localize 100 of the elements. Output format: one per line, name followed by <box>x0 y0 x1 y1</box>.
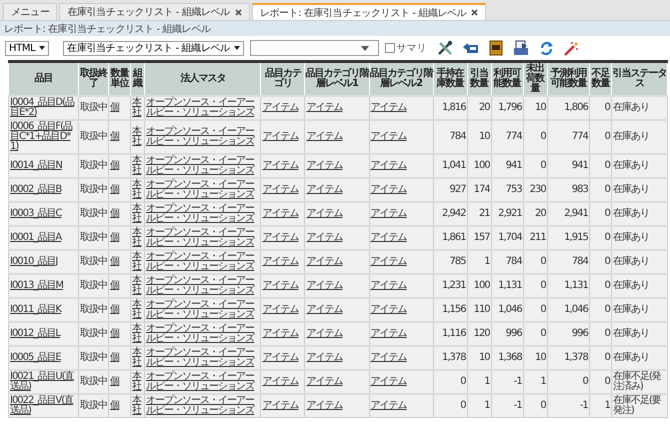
table-link[interactable]: アイテム <box>260 96 305 120</box>
refresh-icon[interactable] <box>538 40 554 56</box>
format-dropdown[interactable]: HTML <box>5 40 50 56</box>
table-link[interactable]: アイテム <box>260 394 305 418</box>
table-link[interactable]: アイテム <box>260 178 305 202</box>
table-cell: 1,156 <box>433 298 468 322</box>
summary-label: サマリ <box>396 42 427 55</box>
table-link[interactable]: 個 <box>108 394 131 418</box>
table-link[interactable]: アイテム <box>260 250 305 274</box>
close-icon[interactable] <box>471 9 478 16</box>
table-link[interactable]: アイテム <box>260 120 305 154</box>
tab[interactable]: 在庫引当チェックリスト - 組織レベル <box>59 3 250 20</box>
table-link[interactable]: 個 <box>108 96 131 120</box>
table-link[interactable]: アイテム <box>304 226 369 250</box>
table-link[interactable]: I0006_品目F(品目C*1+品目D*1) <box>8 120 79 154</box>
table-link[interactable]: I0005_品目E <box>8 346 79 370</box>
table-link[interactable]: アイテム <box>369 120 434 154</box>
table-link[interactable]: アイテム <box>304 154 369 178</box>
table-link[interactable]: オープンソース・イーアールピー・ソリューションズ <box>144 226 261 250</box>
report-dropdown[interactable]: 在庫引当チェックリスト - 組織レベル <box>63 40 244 56</box>
table-link[interactable]: アイテム <box>304 346 369 370</box>
table-link[interactable]: I0014_品目N <box>8 154 79 178</box>
table-link[interactable]: 個 <box>108 370 131 394</box>
table-link[interactable]: 個 <box>108 274 131 298</box>
export-icon[interactable] <box>462 41 479 55</box>
table-link[interactable]: アイテム <box>369 154 434 178</box>
table-link[interactable]: オープンソース・イーアールピー・ソリューションズ <box>144 250 261 274</box>
table-link[interactable]: アイテム <box>369 178 434 202</box>
table-link[interactable]: 個 <box>108 322 131 346</box>
table-link[interactable]: アイテム <box>260 202 305 226</box>
table-link[interactable]: I0003_品目C <box>8 202 79 226</box>
table-link[interactable]: アイテム <box>304 202 369 226</box>
table-link[interactable]: 個 <box>108 346 131 370</box>
table-link[interactable]: アイテム <box>260 226 305 250</box>
table-link[interactable]: オープンソース・イーアールピー・ソリューションズ <box>144 274 261 298</box>
table-link[interactable]: アイテム <box>369 322 434 346</box>
table-link[interactable]: オープンソース・イーアールピー・ソリューションズ <box>144 298 261 322</box>
table-cell: 0 <box>589 96 612 120</box>
table-link[interactable]: アイテム <box>304 298 369 322</box>
table-link[interactable]: アイテム <box>304 120 369 154</box>
table-link[interactable]: アイテム <box>369 274 434 298</box>
close-icon[interactable] <box>234 8 242 16</box>
table-link[interactable]: アイテム <box>304 178 369 202</box>
table-link[interactable]: アイテム <box>260 298 305 322</box>
table-link[interactable]: I0013_品目M <box>8 274 79 298</box>
table-link[interactable]: アイテム <box>304 250 369 274</box>
summary-checkbox[interactable] <box>384 43 395 53</box>
table-link[interactable]: アイテム <box>369 298 434 322</box>
table-link[interactable]: 個 <box>108 154 131 178</box>
table-link[interactable]: アイテム <box>369 202 434 226</box>
tab[interactable]: メニュー <box>3 3 58 20</box>
table-link[interactable]: アイテム <box>369 346 434 370</box>
table-link[interactable]: オープンソース・イーアールピー・ソリューションズ <box>144 178 261 202</box>
table-link[interactable]: I0001_品目A <box>8 226 79 250</box>
table-link[interactable]: アイテム <box>369 250 434 274</box>
table-link[interactable]: オープンソース・イーアールピー・ソリューションズ <box>144 120 261 154</box>
table-link[interactable]: アイテム <box>304 274 369 298</box>
filter-combobox[interactable] <box>250 40 379 56</box>
table-link[interactable]: アイテム <box>304 96 369 120</box>
table-link[interactable]: 本社 <box>130 120 145 154</box>
tools-icon[interactable] <box>436 40 453 56</box>
table-cell: 0 <box>589 322 612 346</box>
table-link[interactable]: アイテム <box>260 322 305 346</box>
table-link[interactable]: I0022_品目V(直送品) <box>8 394 79 418</box>
table-link[interactable]: オープンソース・イーアールピー・ソリューションズ <box>144 96 261 120</box>
table-link[interactable]: I0004_品目D(品目E*2) <box>8 96 79 120</box>
table-cell: 0 <box>589 202 612 226</box>
table-link[interactable]: I0021_品目U(直送品) <box>8 370 79 394</box>
table-link[interactable]: オープンソース・イーアールピー・ソリューションズ <box>144 154 261 178</box>
tab[interactable]: レポート: 在庫引当チェックリスト - 組織レベル <box>252 3 486 20</box>
table-link[interactable]: I0012_品目L <box>8 322 79 346</box>
table-link[interactable]: 個 <box>108 178 131 202</box>
table-link[interactable]: アイテム <box>304 394 369 418</box>
table-link[interactable]: アイテム <box>369 394 434 418</box>
table-link[interactable]: アイテム <box>369 370 434 394</box>
table-link[interactable]: オープンソース・イーアールピー・ソリューションズ <box>144 370 261 394</box>
magic-wand-icon[interactable] <box>564 40 579 56</box>
table-link[interactable]: アイテム <box>369 226 434 250</box>
table-link[interactable]: オープンソース・イーアールピー・ソリューションズ <box>144 346 261 370</box>
table-link[interactable]: オープンソース・イーアールピー・ソリューションズ <box>144 202 261 226</box>
table-link[interactable]: 本社 <box>130 394 145 418</box>
table-link[interactable]: 個 <box>108 250 131 274</box>
table-link[interactable]: アイテム <box>260 274 305 298</box>
table-link[interactable]: 個 <box>108 202 131 226</box>
table-link[interactable]: アイテム <box>304 322 369 346</box>
table-link[interactable]: アイテム <box>260 370 305 394</box>
table-link[interactable]: 個 <box>108 226 131 250</box>
table-link[interactable]: アイテム <box>260 154 305 178</box>
table-link[interactable]: I0010_品目J <box>8 250 79 274</box>
document-icon[interactable] <box>488 40 503 56</box>
table-link[interactable]: 個 <box>108 120 131 154</box>
table-link[interactable]: アイテム <box>260 346 305 370</box>
table-link[interactable]: オープンソース・イーアールピー・ソリューションズ <box>144 394 261 418</box>
table-link[interactable]: アイテム <box>304 370 369 394</box>
printer-icon[interactable] <box>512 40 529 56</box>
table-link[interactable]: I0011_品目K <box>8 298 79 322</box>
table-link[interactable]: アイテム <box>369 96 434 120</box>
table-link[interactable]: オープンソース・イーアールピー・ソリューションズ <box>144 322 261 346</box>
table-link[interactable]: 個 <box>108 298 131 322</box>
table-link[interactable]: I0002_品目B <box>8 178 79 202</box>
